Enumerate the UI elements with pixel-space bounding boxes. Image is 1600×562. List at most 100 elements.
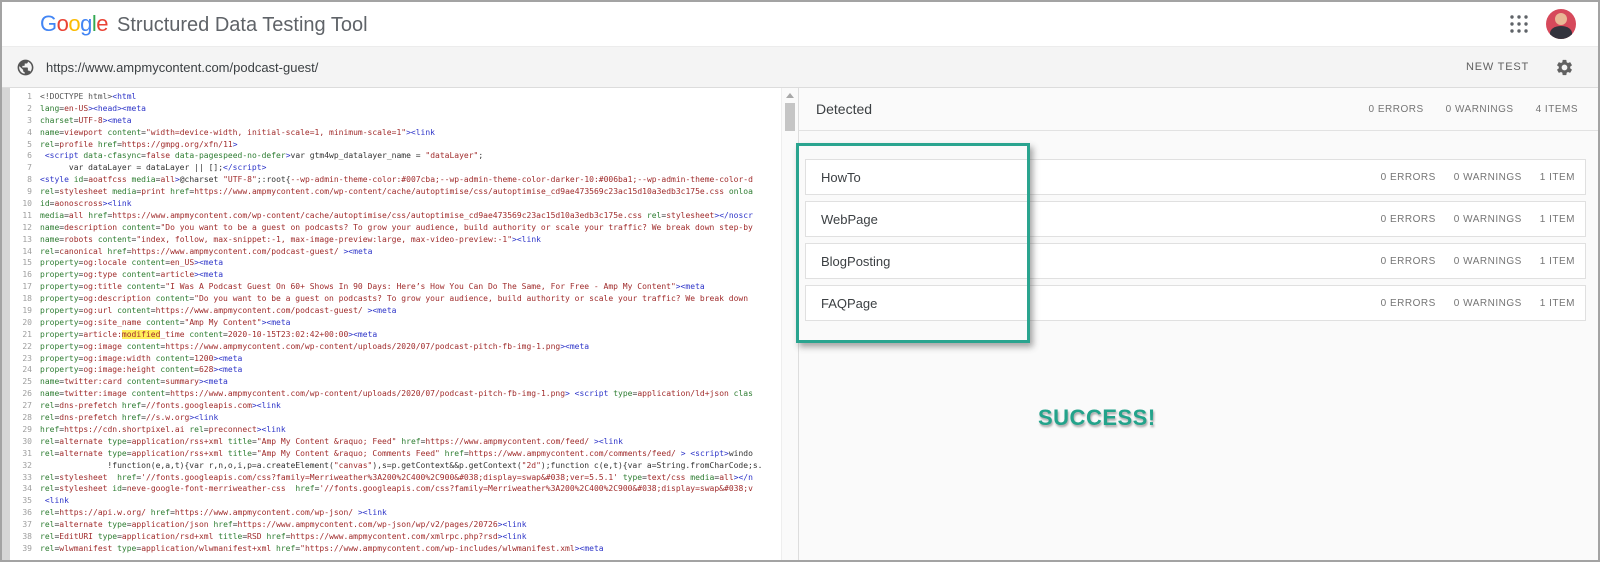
search-highlight: modified	[122, 330, 161, 339]
row-errors: 0 ERRORS	[1381, 256, 1436, 267]
line-number: 23	[10, 353, 40, 365]
code-pane-left-strip	[2, 88, 10, 560]
code-scrollbar[interactable]	[781, 88, 798, 560]
new-test-button[interactable]: NEW TEST	[1466, 61, 1529, 73]
line-number: 6	[10, 150, 40, 162]
line-number: 36	[10, 507, 40, 519]
line-number: 38	[10, 531, 40, 543]
line-number: 17	[10, 281, 40, 293]
line-number: 34	[10, 483, 40, 495]
logo-letter: e	[96, 11, 108, 36]
code-lines: 1<!DOCTYPE html><html2lang=en-US><head><…	[10, 91, 781, 555]
line-number: 37	[10, 519, 40, 531]
detected-list: HowTo0 ERRORS0 WARNINGS1 ITEMWebPage0 ER…	[799, 159, 1598, 321]
line-number: 9	[10, 186, 40, 198]
line-number: 10	[10, 198, 40, 210]
line-number: 14	[10, 246, 40, 258]
line-number: 33	[10, 472, 40, 484]
line-number: 28	[10, 412, 40, 424]
code-line: 25name=twitter:card content=summary><met…	[10, 376, 781, 388]
line-number: 4	[10, 127, 40, 139]
apps-grid-icon[interactable]	[1510, 15, 1528, 33]
code-line: 21property=article:modified_time content…	[10, 329, 781, 341]
row-items: 1 ITEM	[1540, 214, 1575, 225]
globe-icon	[16, 58, 35, 77]
google-logo[interactable]: Google	[40, 11, 108, 37]
detected-row-webpage[interactable]: WebPage0 ERRORS0 WARNINGS1 ITEM	[805, 201, 1586, 237]
logo-letter: o	[57, 11, 69, 36]
row-items: 1 ITEM	[1540, 298, 1575, 309]
line-number: 32	[10, 460, 40, 472]
code-line: 16property=og:type content=article><meta	[10, 269, 781, 281]
line-number: 26	[10, 388, 40, 400]
line-number: 24	[10, 364, 40, 376]
success-label: SUCCESS!	[1038, 405, 1156, 431]
scrollbar-thumb[interactable]	[785, 103, 795, 131]
line-number: 31	[10, 448, 40, 460]
logo-letter: G	[40, 11, 57, 36]
url-input[interactable]: https://www.ampmycontent.com/podcast-gue…	[46, 60, 1466, 75]
code-line: 3charset=UTF-8><meta	[10, 115, 781, 127]
row-counts: 0 ERRORS0 WARNINGS1 ITEM	[1381, 172, 1575, 183]
code-line: 1<!DOCTYPE html><html	[10, 91, 781, 103]
logo-letter: o	[68, 11, 80, 36]
results-panel: Detected 0 ERRORS 0 WARNINGS 4 ITEMS How…	[798, 88, 1598, 560]
code-line: 24property=og:image:height content=628><…	[10, 364, 781, 376]
line-number: 35	[10, 495, 40, 507]
code-line: 27rel=dns-prefetch href=//fonts.googleap…	[10, 400, 781, 412]
line-number: 12	[10, 222, 40, 234]
code-line: 32 !function(e,a,t){var r,n,o,i,p=a.crea…	[10, 460, 781, 472]
line-number: 5	[10, 139, 40, 151]
code-line: 36rel=https://api.w.org/ href=https://ww…	[10, 507, 781, 519]
summary-counts: 0 ERRORS 0 WARNINGS 4 ITEMS	[1369, 104, 1579, 115]
code-line: 38rel=EditURI type=application/rsd+xml t…	[10, 531, 781, 543]
logo-letter: g	[80, 11, 92, 36]
code-line: 6 <script data-cfasync=false data-pagesp…	[10, 150, 781, 162]
row-counts: 0 ERRORS 0 WARNINGS 1 ITEM	[1381, 298, 1575, 309]
sdtt-window: Google Structured Data Testing Tool http…	[0, 0, 1600, 562]
line-number: 25	[10, 376, 40, 388]
line-number: 21	[10, 329, 40, 341]
code-line: 7 var dataLayer = dataLayer || [];</scri…	[10, 162, 781, 174]
detected-row-label: HowTo	[821, 170, 861, 185]
line-number: 20	[10, 317, 40, 329]
code-line: 23property=og:image:width content=1200><…	[10, 353, 781, 365]
row-counts: 0 ERRORS0 WARNINGS1 ITEM	[1381, 256, 1575, 267]
code-line: 29href=https://cdn.shortpixel.ai rel=pre…	[10, 424, 781, 436]
code-line: 18property=og:description content="Do yo…	[10, 293, 781, 305]
code-line: 31rel=alternate type=application/rss+xml…	[10, 448, 781, 460]
detected-row-blogposting[interactable]: BlogPosting0 ERRORS0 WARNINGS1 ITEM	[805, 243, 1586, 279]
detected-row-label: FAQPage	[821, 296, 877, 311]
scroll-up-arrow-icon[interactable]	[786, 93, 794, 98]
line-number: 2	[10, 103, 40, 115]
code-line: 15property=og:locale content=en_US><meta	[10, 257, 781, 269]
row-warnings: 0 WARNINGS	[1454, 298, 1522, 309]
code-line: 34rel=stylesheet id=neve-google-font-mer…	[10, 483, 781, 495]
avatar[interactable]	[1546, 9, 1576, 39]
code-line: 2lang=en-US><head><meta	[10, 103, 781, 115]
line-number: 30	[10, 436, 40, 448]
code-line: 26name=twitter:image content=https://www…	[10, 388, 781, 400]
detected-title: Detected	[816, 101, 872, 117]
row-errors: 0 ERRORS	[1381, 172, 1436, 183]
code-line: 11media=all href=https://www.ampmyconten…	[10, 210, 781, 222]
summary-warnings: 0 WARNINGS	[1446, 104, 1514, 115]
code-line: 14rel=canonical href=https://www.ampmyco…	[10, 246, 781, 258]
code-line: 17property=og:title content="I Was A Pod…	[10, 281, 781, 293]
line-number: 1	[10, 91, 40, 103]
code-line: 19property=og:url content=https://www.am…	[10, 305, 781, 317]
line-number: 13	[10, 234, 40, 246]
settings-gear-icon[interactable]	[1555, 58, 1574, 77]
code-line: 12name=description content="Do you want …	[10, 222, 781, 234]
detected-row-howto[interactable]: HowTo 0 ERRORS0 WARNINGS1 ITEM	[805, 159, 1586, 195]
row-items: 1 ITEM	[1540, 172, 1575, 183]
line-number: 7	[10, 162, 40, 174]
line-number: 29	[10, 424, 40, 436]
line-number: 27	[10, 400, 40, 412]
detected-row-faqpage[interactable]: FAQPage 0 ERRORS 0 WARNINGS 1 ITEM	[805, 285, 1586, 321]
summary-errors: 0 ERRORS	[1369, 104, 1424, 115]
row-errors: 0 ERRORS	[1381, 298, 1436, 309]
summary-items: 4 ITEMS	[1536, 104, 1578, 115]
code-line: 13name=robots content="index, follow, ma…	[10, 234, 781, 246]
code-editor[interactable]: 1<!DOCTYPE html><html2lang=en-US><head><…	[2, 88, 781, 560]
